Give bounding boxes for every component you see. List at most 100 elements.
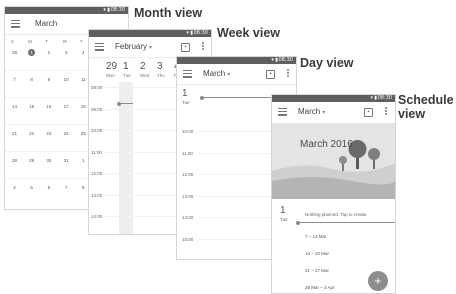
date-cell[interactable]: 16 — [45, 103, 52, 110]
hour-label: 13:00 — [182, 193, 194, 199]
status-time: 08:30 — [278, 57, 293, 63]
more-options-icon[interactable] — [287, 69, 289, 78]
status-bar: ▾ ▮ 08:30 — [177, 57, 296, 64]
status-bar: ▾ ▮ 08:30 — [272, 95, 395, 102]
date-cell[interactable]: 9 — [45, 76, 52, 83]
schedule-day-name: Tue — [280, 217, 288, 222]
month-title-text: March — [203, 69, 226, 78]
app-bar: February ▾ ▪ — [89, 37, 211, 58]
hour-label: 12:00 — [91, 171, 103, 176]
week-day-number[interactable]: 3 — [157, 61, 163, 72]
date-cell[interactable]: 8 — [28, 76, 35, 83]
caption-day-view: Day view — [300, 56, 354, 70]
month-banner: March 2016 — [272, 123, 395, 199]
hour-label: 11:00 — [182, 150, 193, 156]
month-title[interactable]: March ▾ — [298, 107, 325, 116]
week-day-number[interactable]: 2 — [140, 61, 146, 72]
today-icon[interactable]: ▪ — [364, 108, 373, 117]
menu-icon[interactable] — [95, 43, 104, 51]
status-icons: ▾ ▮ — [271, 57, 278, 63]
status-time: 08:30 — [193, 30, 208, 36]
status-icons: ▾ ▮ — [103, 7, 110, 13]
more-options-icon[interactable] — [202, 42, 204, 51]
today-icon[interactable]: ▪ — [181, 43, 190, 52]
month-title[interactable]: March — [35, 19, 57, 28]
banner-title: March 2016 — [300, 139, 353, 150]
hour-label: 08:00 — [91, 85, 103, 90]
week-day-number[interactable]: 29 — [106, 61, 117, 72]
weekday-header: W — [62, 39, 67, 44]
date-cell[interactable]: 7 — [63, 184, 70, 191]
date-cell[interactable]: 5 — [28, 184, 35, 191]
status-time: 08:30 — [377, 95, 392, 101]
week-day-number[interactable]: 1 — [123, 61, 129, 72]
date-cell[interactable]: 22 — [28, 130, 35, 137]
hour-label: 15:00 — [182, 236, 194, 242]
hour-label: 10:00 — [182, 129, 194, 134]
date-cell[interactable]: 24 — [63, 130, 70, 137]
date-cell[interactable]: 6 — [45, 184, 52, 191]
month-title-text: February — [115, 42, 148, 51]
chevron-down-icon: ▾ — [227, 72, 231, 78]
hour-label: 13:00 — [91, 192, 103, 198]
status-bar: ▾ ▮ 08:30 — [89, 30, 211, 37]
hour-label: 09:00 — [91, 106, 103, 112]
week-range-item[interactable]: 14 – 20 Mar — [305, 251, 329, 256]
date-cell[interactable]: 3 — [63, 49, 70, 56]
date-cell[interactable]: 10 — [63, 76, 70, 83]
day-number: 1 — [182, 88, 188, 99]
hour-label: 11:00 — [91, 149, 102, 155]
date-cell[interactable]: 8 — [80, 184, 87, 191]
schedule-day-number: 1 — [280, 205, 286, 216]
month-title[interactable]: February ▾ — [115, 42, 152, 51]
add-event-button[interactable]: + — [368, 271, 388, 291]
date-cell[interactable]: 15 — [28, 103, 35, 110]
day-name: Tue — [182, 100, 190, 105]
week-day-name: Mon — [106, 73, 115, 78]
empty-day-message[interactable]: Nothing planned. Tap to create. — [305, 212, 367, 217]
month-title-text: March — [298, 107, 321, 116]
week-day-name: Wed — [140, 73, 150, 78]
week-range-item[interactable]: 7 – 13 Mar — [305, 234, 327, 239]
chevron-down-icon: ▾ — [322, 110, 326, 116]
status-bar: ▾ ▮ 08:30 — [5, 7, 128, 14]
hour-label: 10:00 — [91, 128, 103, 133]
month-title[interactable]: March ▾ — [203, 69, 230, 78]
weekday-header: M — [28, 39, 32, 44]
date-cell[interactable]: 30 — [45, 157, 52, 164]
date-cell[interactable]: 29 — [28, 157, 35, 164]
date-cell[interactable]: 11 — [80, 76, 87, 83]
date-cell[interactable]: 28 — [11, 49, 18, 56]
app-bar: March ▾ ▪ — [177, 64, 296, 85]
date-cell[interactable]: 23 — [45, 130, 52, 137]
date-cell[interactable]: 2 — [45, 49, 52, 56]
date-cell[interactable]: 18 — [80, 103, 87, 110]
status-time: 08:30 — [110, 7, 125, 13]
caption-week-view: Week view — [217, 26, 281, 40]
date-cell[interactable]: 1 — [80, 157, 87, 164]
caption-schedule-view: Schedule view — [398, 93, 454, 121]
app-bar: March ▾ ▪ — [272, 102, 395, 122]
date-cell[interactable]: 25 — [80, 130, 87, 137]
week-range-item[interactable]: 21 – 27 Mar — [305, 268, 329, 273]
status-icons: ▾ ▮ — [186, 30, 193, 36]
date-cell[interactable]: 31 — [63, 157, 70, 164]
menu-icon[interactable] — [278, 108, 287, 116]
menu-icon[interactable] — [183, 70, 192, 78]
date-cell[interactable]: 21 — [11, 130, 18, 137]
chevron-down-icon: ▾ — [149, 45, 153, 51]
date-cell[interactable]: 28 — [11, 157, 18, 164]
more-options-icon[interactable] — [385, 107, 387, 116]
date-cell[interactable]: 7 — [11, 76, 18, 83]
date-cell[interactable]: 17 — [63, 103, 70, 110]
week-range-item[interactable]: 28 Mar – 3 Apr — [305, 285, 335, 290]
date-cell[interactable]: 4 — [80, 49, 87, 56]
hour-label: 14:00 — [182, 215, 194, 220]
menu-icon[interactable] — [11, 20, 20, 28]
week-day-name: Thu — [157, 73, 165, 78]
status-icons: ▾ ▮ — [370, 95, 377, 101]
today-icon[interactable]: ▪ — [266, 70, 275, 79]
today-date-cell[interactable]: 1 — [28, 49, 36, 56]
date-cell[interactable]: 4 — [11, 184, 18, 191]
date-cell[interactable]: 14 — [11, 103, 18, 110]
